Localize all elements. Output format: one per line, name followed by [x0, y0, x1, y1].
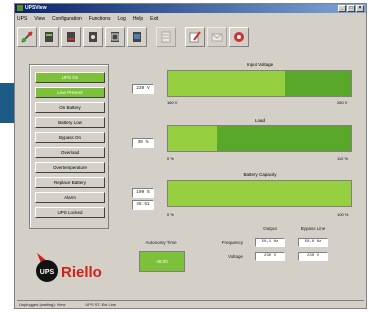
- load-max: 110 %: [337, 156, 349, 161]
- menu-log[interactable]: Log: [117, 15, 125, 23]
- status-label: Overload: [60, 150, 80, 155]
- status-label: Bypass On: [58, 135, 81, 140]
- logo-text: Riello: [61, 264, 102, 281]
- battery-max: 100 %: [337, 212, 349, 217]
- load-title: Load: [254, 118, 265, 123]
- status-ups-on[interactable]: UPS On: [35, 72, 105, 83]
- ups-monitor-icon: [133, 32, 141, 42]
- status-on-battery[interactable]: On Battery: [35, 102, 105, 113]
- app-icon: [17, 5, 23, 11]
- menu-bar: UPS View Configuration Functions Log Hel…: [17, 15, 158, 23]
- status-replace-battery[interactable]: Replace Battery: [35, 177, 105, 188]
- status-battery-low[interactable]: Battery Low: [35, 117, 105, 128]
- volt-output-value: 230 V: [255, 252, 285, 261]
- load-bar: [167, 125, 352, 152]
- settings-pen-button[interactable]: [185, 27, 205, 47]
- riello-ups-logo: UPS Riello: [36, 253, 102, 282]
- close-button[interactable]: ×: [356, 5, 364, 12]
- status-label: UPS On: [61, 75, 79, 80]
- ups-monitor-button[interactable]: [127, 27, 147, 47]
- window-title: UPSView: [25, 5, 47, 11]
- logo-badge: UPS: [40, 269, 55, 276]
- input-voltage-min: 160 V: [167, 100, 178, 105]
- freq-output-value: 50,1 Hz: [255, 238, 285, 247]
- help-button[interactable]: [229, 27, 249, 47]
- side-accent-bar: [0, 83, 14, 123]
- battery-min: 0 %: [167, 212, 174, 217]
- col-bypass-header: Bypass Line: [300, 226, 326, 231]
- status-panel: UPS On Line Present On Battery Battery L…: [29, 64, 109, 229]
- status-ups-locked[interactable]: UPS Locked: [35, 207, 105, 218]
- ups-config-icon: [89, 32, 97, 42]
- status-alarm[interactable]: Alarm: [35, 192, 105, 203]
- settings-pen-icon: [189, 31, 201, 43]
- status-label: Replace Battery: [53, 180, 87, 185]
- status-label: On Battery: [59, 105, 81, 110]
- volt-bypass-value: 230 V: [298, 252, 328, 261]
- status-label: Line Present: [57, 90, 83, 95]
- status-label: Battery Low: [58, 120, 82, 125]
- row-voltage-label: Voltage: [227, 254, 243, 259]
- status-label: UPS Locked: [57, 210, 83, 215]
- input-voltage-title: Input Voltage: [246, 62, 274, 67]
- menu-ups[interactable]: UPS: [17, 15, 27, 23]
- ups-status-icon: [45, 32, 53, 42]
- status-overload[interactable]: Overload: [35, 147, 105, 158]
- menu-functions[interactable]: Functions: [89, 15, 111, 23]
- row-frequency-label: Frequency: [221, 240, 243, 245]
- menu-configuration[interactable]: Configuration: [52, 15, 82, 23]
- status-label: Alarm: [64, 195, 76, 200]
- ups-log-button[interactable]: [61, 27, 81, 47]
- ups-log-icon: [67, 32, 75, 42]
- input-voltage-bar: [167, 70, 352, 97]
- window-buttons: _ □ ×: [338, 5, 364, 12]
- menu-view[interactable]: View: [34, 15, 45, 23]
- connect-button[interactable]: [17, 27, 37, 47]
- battery-fill: [168, 181, 351, 206]
- status-overtemperature[interactable]: Overtemperature: [35, 162, 105, 173]
- mail-button[interactable]: [207, 27, 227, 47]
- menu-help[interactable]: Help: [133, 15, 143, 23]
- autonomy-label: Autonomy Time: [145, 240, 177, 245]
- minimize-button[interactable]: _: [338, 5, 346, 12]
- load-value: 30 %: [132, 138, 154, 148]
- battery-value: 100 %: [132, 188, 154, 198]
- ups-schedule-button[interactable]: [105, 27, 125, 47]
- status-label: Overtemperature: [52, 165, 87, 170]
- page-button[interactable]: [156, 27, 176, 47]
- status-bypass-on[interactable]: Bypass On: [35, 132, 105, 143]
- maximize-button[interactable]: □: [347, 5, 355, 12]
- connect-icon: [21, 31, 33, 43]
- ups-status-button[interactable]: [39, 27, 59, 47]
- menu-exit[interactable]: Exit: [150, 15, 158, 23]
- mail-icon: [211, 33, 223, 42]
- autonomy-value: 45:00: [139, 251, 185, 272]
- status-left: Unplugged (waiting): View: [19, 302, 66, 307]
- input-voltage-max: 260 V: [337, 100, 348, 105]
- freq-bypass-value: 50,0 Hz: [298, 238, 328, 247]
- input-voltage-value: 230 V: [132, 84, 154, 94]
- col-output-header: Output: [263, 226, 277, 231]
- status-bar: Unplugged (waiting): View UPS ST: Ext Li…: [17, 300, 364, 308]
- load-fill: [168, 126, 218, 151]
- load-min: 0 %: [167, 156, 174, 161]
- battery-bar: [167, 180, 352, 207]
- battery-time-value: 45:51: [132, 200, 154, 210]
- ups-config-button[interactable]: [83, 27, 103, 47]
- status-line-present[interactable]: Line Present: [35, 87, 105, 98]
- help-icon: [234, 32, 244, 42]
- battery-title: Battery Capacity: [243, 172, 277, 177]
- ups-schedule-icon: [111, 32, 119, 42]
- toolbar: [17, 26, 249, 48]
- title-bar: UPSView _ □ ×: [15, 4, 366, 13]
- status-right: UPS ST: Ext Line: [85, 302, 117, 307]
- page-icon: [161, 31, 171, 43]
- app-window: UPSView _ □ × UPS View Configuration Fun…: [14, 3, 367, 309]
- input-voltage-fill: [168, 71, 286, 96]
